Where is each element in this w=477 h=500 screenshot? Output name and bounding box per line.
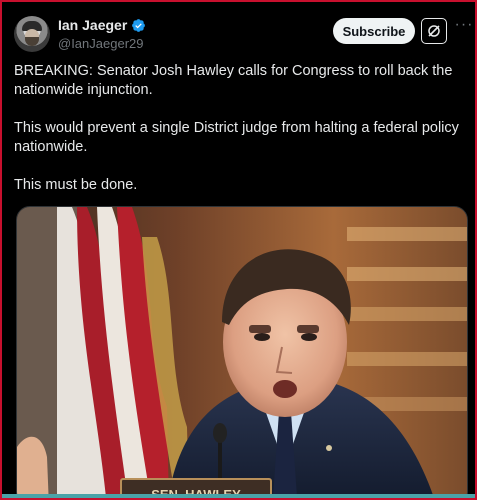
display-name[interactable]: Ian Jaeger bbox=[58, 17, 127, 33]
handle[interactable]: @IanJaeger29 bbox=[58, 36, 146, 51]
subscribe-button[interactable]: Subscribe bbox=[333, 18, 415, 44]
verified-badge-icon bbox=[132, 18, 146, 32]
hearing-photo: SEN. HAWLEY bbox=[17, 207, 467, 498]
post-paragraph: This must be done. bbox=[14, 177, 138, 193]
post-text: BREAKING: Senator Josh Hawley calls for … bbox=[14, 62, 464, 214]
more-options-icon[interactable]: ··· bbox=[454, 16, 474, 42]
post-paragraph: BREAKING: Senator Josh Hawley calls for … bbox=[14, 63, 453, 98]
post-image[interactable]: SEN. HAWLEY bbox=[16, 206, 468, 498]
avatar[interactable] bbox=[14, 16, 50, 52]
grok-button[interactable] bbox=[421, 18, 447, 44]
grok-icon bbox=[428, 25, 440, 37]
post-header: Ian Jaeger @IanJaeger29 Subscribe ··· bbox=[14, 14, 472, 54]
display-name-row[interactable]: Ian Jaeger bbox=[58, 16, 146, 34]
bottom-accent-bar bbox=[2, 494, 475, 498]
tweet-card: Ian Jaeger @IanJaeger29 Subscribe ··· BR… bbox=[0, 0, 477, 500]
post-paragraph: This would prevent a single District jud… bbox=[14, 120, 459, 155]
author-info[interactable]: Ian Jaeger @IanJaeger29 bbox=[58, 16, 146, 51]
